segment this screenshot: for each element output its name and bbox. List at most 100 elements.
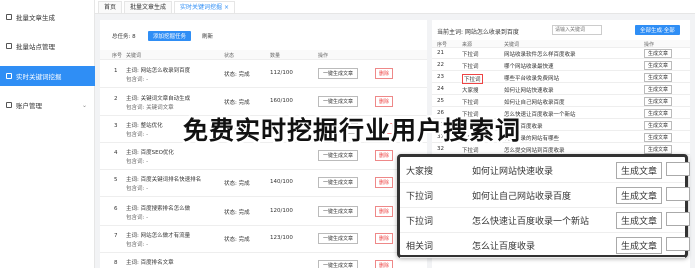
sidebar-item-site-manage[interactable]: 批量站点管理	[0, 36, 95, 56]
task-row: 8 主词: 百度排名文章 一键生成文章 删除	[100, 254, 427, 268]
zoom-keyword-row: 下拉词 怎么快速让百度收录一个新站 生成文章	[400, 209, 690, 233]
promo-banner-text: 免费实时挖掘行业用户搜索词	[183, 116, 522, 145]
zoom-keyword-row: 大家搜 如何让网站快速收录 生成文章	[400, 159, 690, 183]
row-main-keyword: 主词: 百度SEO优化	[126, 150, 174, 156]
keyword-row: 25 下拉词 如何让自己网站收录百度 生成文章	[432, 96, 690, 107]
col-keyword: 关键词	[126, 53, 142, 59]
task-row: 4 主词: 百度SEO优化 包含词: - 一键生成文章 删除	[100, 144, 427, 170]
row-status: 状态: 完成	[224, 72, 250, 78]
delete-button[interactable]: 删除	[375, 206, 394, 217]
generate-article-button[interactable]: 生成文章	[616, 162, 663, 179]
row-source: 下拉词	[406, 192, 434, 202]
delete-button[interactable]	[666, 237, 690, 251]
generate-article-button[interactable]: 生成文章	[616, 187, 663, 204]
row-status: 状态: 完成	[224, 237, 250, 243]
row-keyword: 怎么快速让百度收录一个新站	[472, 217, 590, 227]
row-keyword: 怎么提交网站到百度收录	[504, 148, 565, 154]
delete-button[interactable]	[666, 187, 690, 201]
keyword-row: 23 下拉词 哪些平台收录免费网站 生成文章	[432, 72, 690, 84]
generate-article-button[interactable]: 一键生成文章	[318, 260, 359, 268]
delete-button[interactable]: 删除	[375, 96, 394, 107]
row-sub-keyword: 包含词: -	[126, 132, 149, 138]
row-keyword: 如何让自己网站收录百度	[504, 100, 565, 106]
zoom-callout: 大家搜 如何让网站快速收录 生成文章 下拉词 如何让自己网站收录百度 生成文章 下拉词 怎么快…	[397, 154, 690, 258]
row-sub-keyword: 包含词: -	[126, 159, 149, 165]
keyword-search-input[interactable]	[552, 25, 602, 35]
generate-article-button[interactable]: 生成文章	[644, 109, 673, 118]
sidebar-item-account[interactable]: 账户管理 ⌄	[0, 95, 95, 115]
task-row: 5 主词: 百度关键词排名快速排名 包含词: - 状态: 完成 140/100 一键生成文…	[100, 171, 427, 197]
delete-button[interactable]: 删除	[375, 233, 394, 244]
row-sub-keyword: 包含词: -	[126, 186, 149, 192]
row-count: 120/100	[270, 208, 293, 214]
refresh-button[interactable]: 刷新	[198, 31, 218, 41]
keyword-row: 24 大家搜 如何让网站快速收录 生成文章	[432, 84, 690, 95]
generate-article-button[interactable]: 一键生成文章	[318, 233, 359, 244]
row-status: 状态: 完成	[224, 210, 250, 216]
row-source: 相关词	[406, 242, 434, 252]
row-main-keyword: 主词: 百度排名文章	[126, 260, 174, 266]
row-main-keyword: 主词: 网站怎么收录到百度	[126, 68, 191, 74]
tab-home[interactable]: 首页	[98, 1, 123, 13]
delete-button[interactable]: 删除	[375, 260, 394, 268]
delete-button[interactable]: 删除	[375, 68, 394, 79]
tab-keyword-mining[interactable]: 实时关键词挖掘 ×	[174, 1, 235, 13]
generate-article-button[interactable]: 一键生成文章	[318, 96, 359, 107]
task-row: 6 主词: 百度搜索排名怎么做 包含词: - 状态: 完成 120/100 一键生成文章 删…	[100, 200, 427, 226]
row-count: 123/100	[270, 235, 293, 241]
generate-article-button[interactable]: 一键生成文章	[318, 68, 359, 79]
generate-article-button[interactable]: 生成文章	[644, 73, 673, 82]
tab-article-gen[interactable]: 批量文章生成	[124, 1, 173, 13]
zoom-keyword-row: 相关词 怎么让百度收录 生成文章	[400, 234, 690, 258]
add-task-button[interactable]: 添加挖掘任务	[148, 31, 192, 41]
row-count: 140/100	[270, 179, 293, 185]
row-no: 7	[114, 233, 118, 239]
generate-article-button[interactable]: 生成文章	[644, 61, 673, 70]
generate-all-button[interactable]: 全部生成·全部	[635, 25, 680, 35]
row-source: 下拉词	[462, 64, 479, 70]
generate-article-button[interactable]: 生成文章	[616, 237, 663, 254]
delete-button[interactable]: 删除	[375, 150, 394, 161]
generate-article-button[interactable]: 生成文章	[644, 145, 673, 154]
row-source: 下拉词	[462, 100, 479, 106]
site-icon	[6, 43, 12, 49]
delete-button[interactable]: 删除	[375, 177, 394, 188]
col-no: 序号	[437, 42, 448, 48]
row-keyword: 如何让网站快速收录	[504, 88, 554, 94]
delete-button[interactable]	[666, 212, 690, 226]
generate-article-button[interactable]: 一键生成文章	[318, 206, 359, 217]
sidebar-item-label: 实时关键词挖掘	[16, 73, 62, 81]
row-source: 下拉词	[406, 217, 434, 227]
row-no: 6	[114, 206, 118, 212]
generate-article-button[interactable]: 生成文章	[644, 85, 673, 94]
keyword-table-header: 序号 来源 关键词 操作	[432, 40, 690, 48]
task-total: 总任务: 8	[112, 34, 136, 40]
row-keyword: 如何让自己网站收录百度	[472, 192, 572, 202]
generate-article-button[interactable]: 一键生成文章	[318, 150, 359, 161]
col-action: 操作	[318, 53, 329, 59]
row-main-keyword: 主词: 百度搜索排名怎么做	[126, 206, 191, 212]
delete-button[interactable]	[666, 162, 690, 176]
sidebar-item-label: 批量文章生成	[16, 14, 55, 22]
row-main-keyword: 主词: 关键词文章自动生成	[126, 96, 191, 102]
generate-article-button[interactable]: 生成文章	[644, 121, 673, 130]
row-status: 状态: 完成	[224, 100, 250, 106]
sidebar-item-keyword-mining[interactable]: 实时关键词挖掘	[0, 66, 95, 86]
generate-article-button[interactable]: 生成文章	[644, 97, 673, 106]
row-no: 2	[114, 96, 118, 102]
task-table-header: 序号 关键词 状态 数量 操作	[100, 50, 427, 60]
generate-article-button[interactable]: 生成文章	[644, 49, 673, 58]
row-source: 下拉词	[462, 74, 483, 84]
keyword-row: 21 下拉词 网站收录软件怎么样百度收录 生成文章	[432, 48, 690, 59]
generate-article-button[interactable]: 一键生成文章	[318, 177, 359, 188]
row-no: 23	[437, 74, 444, 80]
task-row: 1 主词: 网站怎么收录到百度 包含词: - 状态: 完成 112/100 一键生成文章 删…	[100, 62, 427, 88]
generate-article-button[interactable]: 生成文章	[616, 212, 663, 229]
tab-bar: 首页 批量文章生成 实时关键词挖掘 ×	[95, 0, 695, 14]
row-main-keyword: 主词: 网站怎么做才有流量	[126, 233, 191, 239]
row-no: 22	[437, 62, 444, 68]
generate-article-button[interactable]: 生成文章	[644, 133, 673, 142]
row-no: 8	[114, 260, 118, 266]
sidebar-item-article-gen[interactable]: 批量文章生成	[0, 7, 95, 27]
row-keyword: 网站收录软件怎么样百度收录	[504, 52, 576, 58]
